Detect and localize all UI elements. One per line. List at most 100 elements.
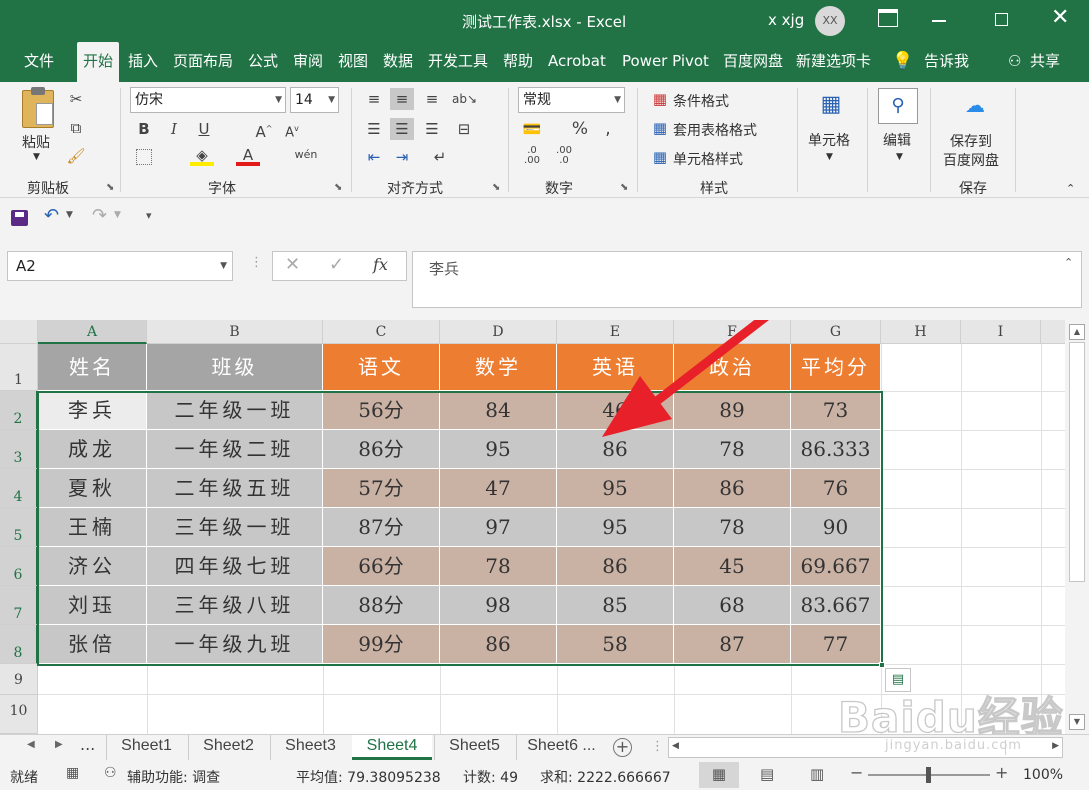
sheet-tab[interactable]: Sheet2 [188,735,268,760]
alignment-launcher-icon[interactable]: ⬊ [492,182,500,193]
copy-icon[interactable]: ⧉ [64,117,88,139]
page-break-view-icon[interactable]: ▥ [810,765,824,783]
zoom-out-icon[interactable]: − [850,763,863,782]
italic-icon[interactable]: I [162,118,186,140]
ribbon-display-icon[interactable] [878,9,898,27]
lightbulb-icon[interactable]: 💡 [892,42,913,82]
maximize-icon[interactable] [995,13,1008,26]
increase-font-icon[interactable]: A^ [252,118,276,141]
undo-caret-icon[interactable]: ▼ [66,210,73,220]
zoom-in-icon[interactable]: + [995,763,1008,782]
close-icon[interactable]: ✕ [1051,5,1069,31]
comma-style-icon[interactable]: , [596,118,620,140]
save-to-line1[interactable]: 保存到 [950,131,992,151]
cells-icon[interactable]: ▦ [816,90,846,120]
next-sheet-icon[interactable]: ▶ [55,739,63,750]
tab-acrobat[interactable]: Acrobat [548,42,606,82]
conditional-format-button[interactable]: 条件格式 [673,91,729,111]
redo-caret-icon[interactable]: ▼ [114,210,121,220]
share-button[interactable]: 共享 [1030,42,1060,82]
cloud-save-icon[interactable]: ☁ [960,94,990,116]
cell-styles-button[interactable]: 单元格样式 [673,149,743,169]
cell-styles-icon[interactable]: ▦ [648,146,672,168]
tab-new[interactable]: 新建选项卡 [796,42,871,82]
fill-color-icon[interactable]: ◈ [190,144,214,166]
merge-center-icon[interactable]: ⊟ [452,118,476,140]
more-sheets[interactable]: ... [80,735,95,754]
font-color-icon[interactable]: A [236,144,260,166]
tab-home[interactable]: 开始 [77,42,120,82]
bold-icon[interactable]: B [132,118,156,140]
save-to-line2[interactable]: 百度网盘 [943,150,999,170]
page-layout-view-icon[interactable]: ▤ [760,765,774,783]
cells-button[interactable]: 单元格 [808,130,850,150]
format-painter-icon[interactable]: 🖌 [64,145,88,167]
confirm-entry-icon[interactable]: ✓ [329,254,344,275]
scroll-right-icon[interactable]: ▶ [1052,741,1059,751]
zoom-slider-thumb[interactable] [926,767,931,783]
sheet-tab[interactable]: Sheet1 [106,735,186,760]
tab-view[interactable]: 视图 [338,42,368,82]
underline-icon[interactable]: U [192,118,216,140]
tab-developer[interactable]: 开发工具 [428,42,488,82]
sheet-tab[interactable]: Sheet6 ... [516,735,606,760]
collapse-ribbon-icon[interactable]: ⌃ [1066,182,1075,195]
sheet-tab[interactable]: Sheet5 [434,735,514,760]
format-table-icon[interactable]: ▦ [648,117,672,139]
worksheet-grid[interactable]: A B C D E F G H I 1 2 3 4 5 6 7 8 9 10 姓… [0,320,1089,753]
increase-decimal-icon[interactable]: .0.00 [520,146,544,168]
font-size-combo[interactable]: 14 ▼ [290,87,339,113]
tab-split-grip-icon[interactable]: ⋮ [651,739,664,754]
align-right-icon[interactable]: ☰ [420,118,444,140]
zoom-level[interactable]: 100% [1023,767,1063,783]
tab-help[interactable]: 帮助 [503,42,533,82]
font-launcher-icon[interactable]: ⬊ [334,182,342,193]
decrease-decimal-icon[interactable]: .00.0 [552,146,576,168]
borders-icon[interactable] [136,149,152,165]
accessibility-icon[interactable]: ⚇ [104,765,117,781]
collapse-formula-icon[interactable]: ⌃ [1064,256,1073,269]
number-format-combo[interactable]: 常规 ▼ [518,87,625,113]
currency-icon[interactable]: 💳 [520,118,544,140]
user-name[interactable]: x xjg [768,11,804,29]
sheet-tab[interactable]: Sheet3 [270,735,350,760]
font-name-combo[interactable]: 仿宋 ▼ [130,87,286,113]
search-icon[interactable]: ⚲ [878,88,918,124]
align-center-icon[interactable]: ☰ [390,118,414,140]
status-average[interactable]: 平均值: 79.38095238 [296,767,441,787]
undo-icon[interactable]: ↶ [44,205,59,226]
add-sheet-icon[interactable]: + [613,738,632,757]
cells-caret-icon[interactable]: ▼ [826,152,833,162]
orientation-icon[interactable]: ab↘ [452,88,477,110]
customize-qat-icon[interactable]: ▾ [146,209,152,222]
tab-file[interactable]: 文件 [24,42,54,82]
decrease-font-icon[interactable]: Av [280,118,304,140]
align-left-icon[interactable]: ☰ [362,118,386,140]
tell-me[interactable]: 告诉我 [924,42,969,82]
align-bottom-icon[interactable]: ≡ [420,88,444,110]
number-launcher-icon[interactable]: ⬊ [620,182,628,193]
save-icon[interactable] [11,210,28,226]
tab-review[interactable]: 审阅 [293,42,323,82]
increase-indent-icon[interactable]: ⇥ [390,146,414,168]
normal-view-icon[interactable]: ▦ [699,762,739,788]
edit-caret-icon[interactable]: ▼ [896,152,903,162]
edit-button[interactable]: 编辑 [883,130,911,150]
redo-icon[interactable]: ↷ [92,205,107,226]
wrap-text-icon[interactable]: ↵ [428,146,452,168]
avatar[interactable]: XX [815,6,845,36]
prev-sheet-icon[interactable]: ◀ [27,739,35,750]
minimize-icon[interactable] [932,20,946,22]
align-top-icon[interactable]: ≡ [362,88,386,110]
macro-record-icon[interactable]: ▦ [66,765,79,781]
status-accessibility[interactable]: 辅助功能: 调查 [127,767,220,787]
insert-function-icon[interactable]: fx [373,255,388,274]
align-middle-icon[interactable]: ≡ [390,88,414,110]
name-box[interactable]: A2 ▼ [7,251,233,281]
status-count[interactable]: 计数: 49 [463,767,518,787]
clipboard-launcher-icon[interactable]: ⬊ [106,182,114,193]
format-table-button[interactable]: 套用表格格式 [673,120,757,140]
paste-button[interactable]: 粘贴 [22,132,50,152]
cancel-entry-icon[interactable]: ✕ [285,254,300,275]
conditional-format-icon[interactable]: ▦ [648,88,672,110]
